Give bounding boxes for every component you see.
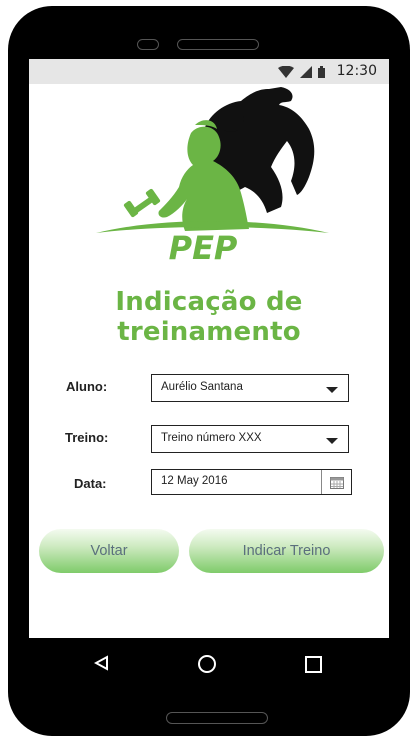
back-button[interactable]: Voltar [39,529,179,573]
student-select[interactable]: Aurélio Santana [151,374,349,402]
recents-icon[interactable] [305,656,322,673]
chevron-down-icon [326,387,338,393]
app-screen: 12:30 PEP Indicação de treinamento Aluno… [29,59,389,638]
camera-icon [137,39,159,50]
back-icon[interactable] [94,655,110,671]
signal-icon [300,65,312,78]
pep-logo: PEP [96,87,329,261]
date-input[interactable]: 12 May 2016 [151,469,352,495]
navigation-bar [8,651,410,691]
battery-icon [318,65,325,78]
page-title: Indicação de treinamento [115,287,303,347]
status-time: 12:30 [336,63,377,79]
calendar-icon [329,476,344,489]
indicate-workout-button[interactable]: Indicar Treino [189,529,384,573]
workout-select[interactable]: Treino número XXX [151,425,349,453]
wifi-icon [278,65,294,78]
student-label: Aluno: [66,379,108,394]
logo-text: PEP [169,229,238,261]
calendar-button[interactable] [321,470,351,494]
bottom-grille [166,712,268,724]
speaker-grille [177,39,259,50]
chevron-down-icon [326,438,338,444]
workout-value: Treino número XXX [161,432,262,444]
date-label: Data: [74,476,107,491]
date-value: 12 May 2016 [161,475,228,487]
workout-label: Treino: [65,430,109,445]
home-icon[interactable] [198,655,216,673]
student-value: Aurélio Santana [161,381,243,393]
